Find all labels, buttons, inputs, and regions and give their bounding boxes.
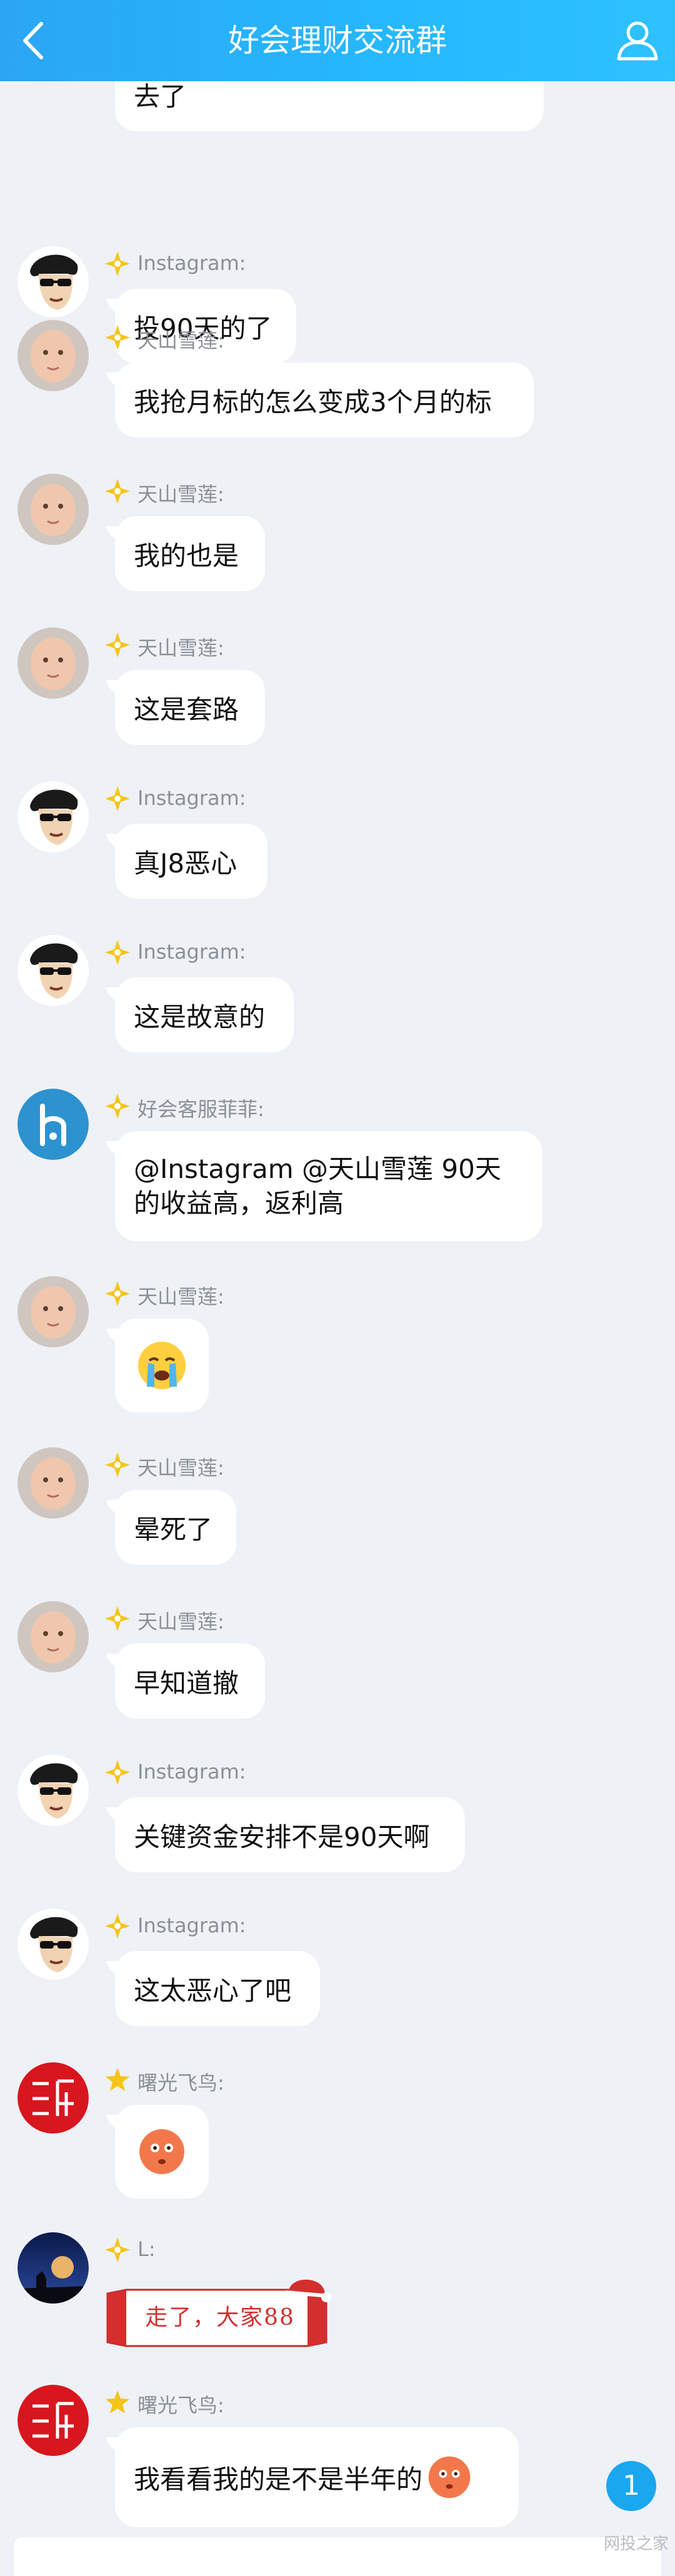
sender-name: 天山雪莲: — [138, 1456, 224, 1480]
member-level-star-icon — [105, 1452, 130, 1477]
avatar[interactable] — [18, 627, 89, 699]
message-bubble[interactable]: 我看看我的是不是半年的 — [115, 2427, 519, 2527]
message-bubble[interactable]: 这是故意的 — [115, 977, 294, 1052]
member-level-star-icon — [105, 251, 130, 276]
avatar[interactable] — [18, 2062, 89, 2134]
message-bubble[interactable]: 这太恶心了吧 — [115, 1951, 320, 2026]
sticker-message[interactable]: 走了，大家88 — [101, 2271, 339, 2365]
avatar[interactable] — [18, 246, 89, 317]
sender-name: Instagram: — [138, 251, 246, 275]
unread-count-badge[interactable]: 1 — [606, 2461, 656, 2511]
message-bubble[interactable]: @Instagram @天山雪莲 90天的收益高，返利高 — [115, 1131, 542, 1241]
group-profile-icon[interactable] — [614, 16, 661, 64]
crying-face-emoji-icon — [138, 1342, 186, 1389]
sender-name: Instagram: — [138, 1760, 246, 1784]
sender-name: 天山雪莲: — [138, 636, 224, 660]
avatar[interactable] — [18, 1276, 89, 1347]
chat-title: 好会理财交流群 — [228, 22, 447, 59]
member-level-star-icon — [105, 1914, 130, 1939]
avatar[interactable] — [18, 1909, 89, 1980]
member-level-star-icon — [105, 786, 130, 811]
member-level-star-icon — [105, 479, 130, 504]
member-level-star-icon — [105, 1606, 130, 1631]
avatar[interactable] — [18, 2232, 89, 2304]
sender-name: 天山雪莲: — [138, 1610, 224, 1634]
sender-name: 曙光飞鸟: — [138, 2071, 224, 2095]
sender-name: 好会客服菲菲: — [138, 1097, 264, 1121]
sender-name: Instagram: — [138, 940, 246, 964]
sticker-text: 走了，大家88 — [145, 2305, 295, 2330]
member-level-star-icon — [105, 1760, 130, 1785]
avatar[interactable] — [18, 935, 89, 1006]
avatar[interactable] — [18, 1755, 89, 1826]
sender-name: 天山雪莲: — [138, 1285, 224, 1309]
sender-name: 天山雪莲: — [138, 329, 224, 352]
app-header: 好会理财交流群 — [0, 0, 675, 81]
chat-message-list[interactable]: 去了 Instagram: 投90天的了 天山雪莲: 我抢月标的怎么变成3个月的… — [0, 81, 675, 2537]
avatar[interactable] — [18, 1601, 89, 1672]
sender-name: Instagram: — [138, 786, 246, 810]
message-bubble[interactable]: 早知道撤 — [115, 1644, 265, 1719]
message-bubble[interactable]: 真J8恶心 — [115, 824, 268, 899]
watermark-text: 网投之家 — [603, 2535, 669, 2554]
member-level-star-icon — [105, 1094, 130, 1119]
sender-name: 曙光飞鸟: — [138, 2394, 224, 2417]
flushed-face-emoji-icon — [428, 2456, 471, 2499]
member-level-star-icon — [106, 2068, 129, 2091]
member-level-star-icon — [105, 632, 130, 657]
message-bubble[interactable] — [115, 2105, 209, 2199]
avatar[interactable] — [18, 320, 89, 391]
member-level-star-icon — [105, 1281, 130, 1306]
message-bubble[interactable] — [115, 1319, 209, 1412]
message-bubble[interactable]: 去了 — [115, 81, 544, 131]
message-bubble[interactable]: 我抢月标的怎么变成3个月的标 — [115, 362, 534, 437]
sender-name: 天山雪莲: — [138, 482, 224, 506]
avatar[interactable] — [18, 474, 89, 545]
sender-name: L: — [138, 2237, 156, 2261]
message-bubble[interactable]: 晕死了 — [115, 1490, 236, 1565]
message-bubble[interactable]: 关键资金安排不是90天啊 — [115, 1797, 465, 1872]
member-level-star-icon — [106, 2390, 129, 2414]
message-bubble[interactable]: 我的也是 — [115, 516, 265, 591]
avatar[interactable] — [18, 2385, 89, 2456]
member-level-star-icon — [105, 2237, 130, 2262]
sender-name: Instagram: — [138, 1914, 246, 1937]
message-bubble[interactable]: 这是套路 — [115, 670, 265, 745]
avatar[interactable] — [18, 781, 89, 852]
member-level-star-icon — [105, 940, 130, 965]
avatar[interactable] — [18, 1447, 89, 1519]
member-level-star-icon — [105, 325, 130, 350]
flushed-face-emoji-icon — [139, 2129, 184, 2174]
avatar[interactable] — [18, 1089, 89, 1160]
message-input-bar[interactable] — [14, 2537, 661, 2576]
